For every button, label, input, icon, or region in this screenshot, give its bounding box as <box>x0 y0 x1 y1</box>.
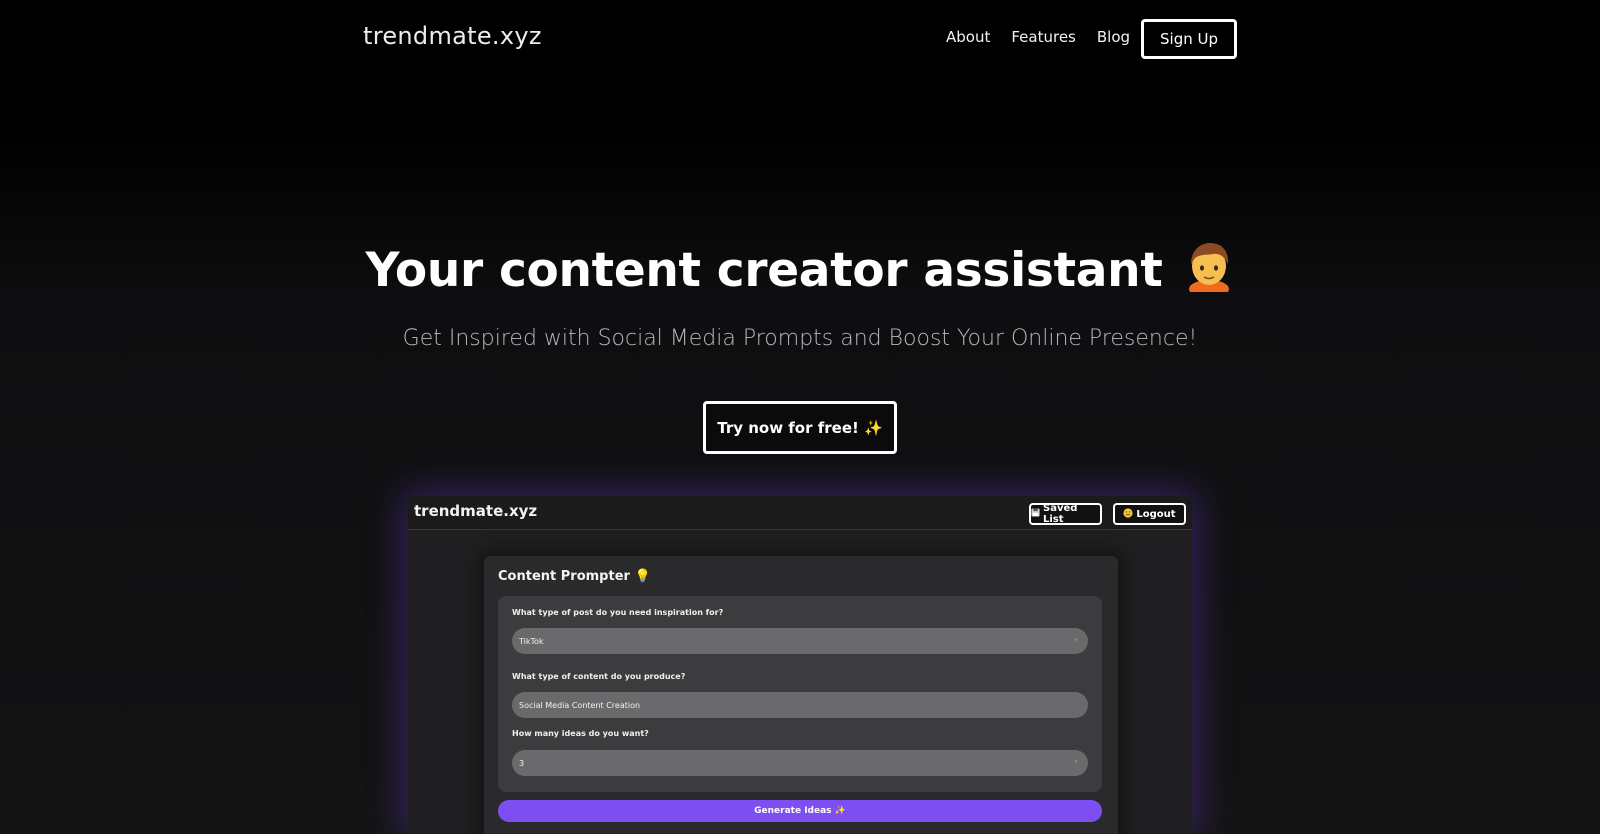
app-header: trendmate.xyz Saved List Logout <box>408 496 1192 530</box>
nav-link-features[interactable]: Features <box>1011 28 1076 46</box>
hero-title: Your content creator assistant <box>0 240 1600 298</box>
content-type-input[interactable]: Social Media Content Creation <box>512 692 1088 718</box>
card-title: Content Prompter 💡 <box>498 569 651 584</box>
chevron-down-icon: ▾ <box>1074 758 1078 766</box>
site-logo[interactable]: trendmate.xyz <box>363 22 542 50</box>
prompt-form: What type of post do you need inspiratio… <box>498 596 1102 792</box>
post-type-value: TikTok <box>519 636 544 646</box>
logout-label: Logout <box>1136 508 1176 520</box>
try-free-button[interactable]: Try now for free! ✨ <box>703 401 897 454</box>
top-navigation: trendmate.xyz About Features Blog Sign U… <box>0 0 1600 78</box>
person-emoji-icon <box>1183 240 1235 298</box>
nav-link-about[interactable]: About <box>946 28 990 46</box>
generate-ideas-button[interactable]: Generate Ideas ✨ <box>498 800 1102 822</box>
smiley-face-icon <box>1123 507 1134 521</box>
content-prompter-card: Content Prompter 💡 What type of post do … <box>484 556 1118 834</box>
app-logo: trendmate.xyz <box>414 502 538 520</box>
app-preview: trendmate.xyz Saved List Logout Content … <box>408 496 1192 834</box>
nav-links: About Features Blog <box>946 28 1130 46</box>
post-type-label: What type of post do you need inspiratio… <box>512 608 724 617</box>
idea-count-label: How many ideas do you want? <box>512 729 649 738</box>
saved-list-button[interactable]: Saved List <box>1029 503 1102 525</box>
logout-button[interactable]: Logout <box>1113 503 1186 525</box>
hero-title-text: Your content creator assistant <box>365 243 1163 298</box>
saved-list-label: Saved List <box>1043 503 1078 525</box>
floppy-disk-icon <box>1031 508 1040 520</box>
idea-count-value: 3 <box>519 758 525 768</box>
chevron-down-icon: ▾ <box>1074 636 1078 644</box>
nav-link-blog[interactable]: Blog <box>1097 28 1130 46</box>
content-type-label: What type of content do you produce? <box>512 672 686 681</box>
content-type-value: Social Media Content Creation <box>519 700 641 710</box>
hero-subtitle: Get Inspired with Social Media Prompts a… <box>402 326 1198 351</box>
idea-count-select[interactable]: 3 ▾ <box>512 750 1088 776</box>
post-type-select[interactable]: TikTok ▾ <box>512 628 1088 654</box>
sign-up-button[interactable]: Sign Up <box>1141 19 1237 59</box>
